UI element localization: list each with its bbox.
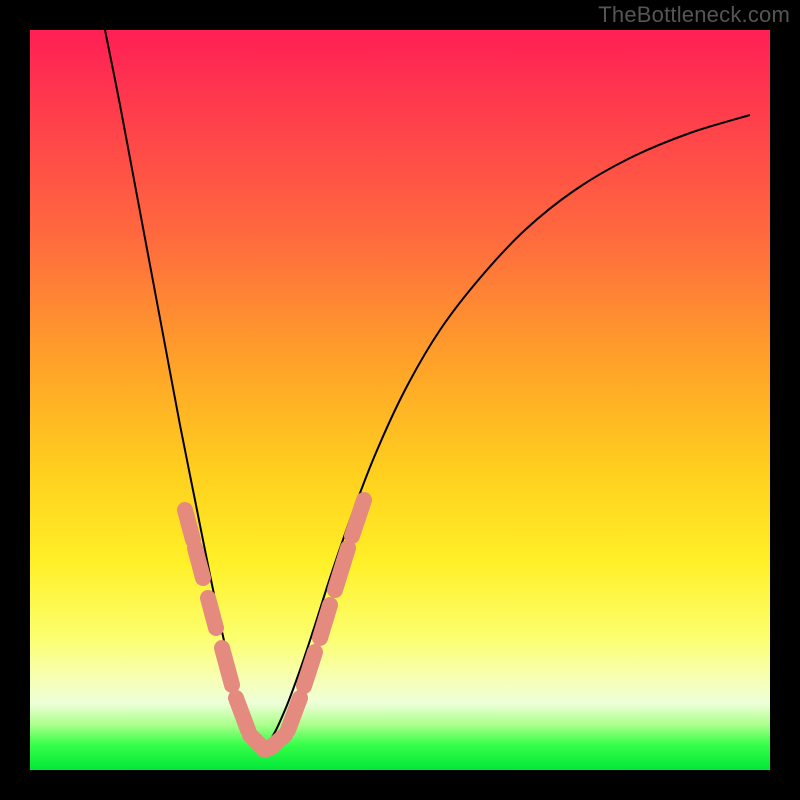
marker-segment — [320, 605, 330, 638]
bottleneck-curve — [105, 30, 750, 750]
marker-group — [185, 500, 364, 750]
marker-segment — [185, 510, 193, 540]
watermark-text: TheBottleneck.com — [598, 2, 790, 28]
chart-frame: TheBottleneck.com — [0, 0, 800, 800]
marker-segment — [288, 698, 300, 730]
marker-segment — [222, 648, 232, 685]
marker-segment — [195, 548, 203, 578]
plot-area — [30, 30, 770, 770]
marker-segment — [208, 598, 216, 628]
marker-segment — [236, 698, 248, 730]
marker-segment — [304, 652, 315, 686]
curve-layer — [30, 30, 770, 770]
marker-segment — [352, 500, 364, 536]
marker-segment — [270, 735, 285, 748]
